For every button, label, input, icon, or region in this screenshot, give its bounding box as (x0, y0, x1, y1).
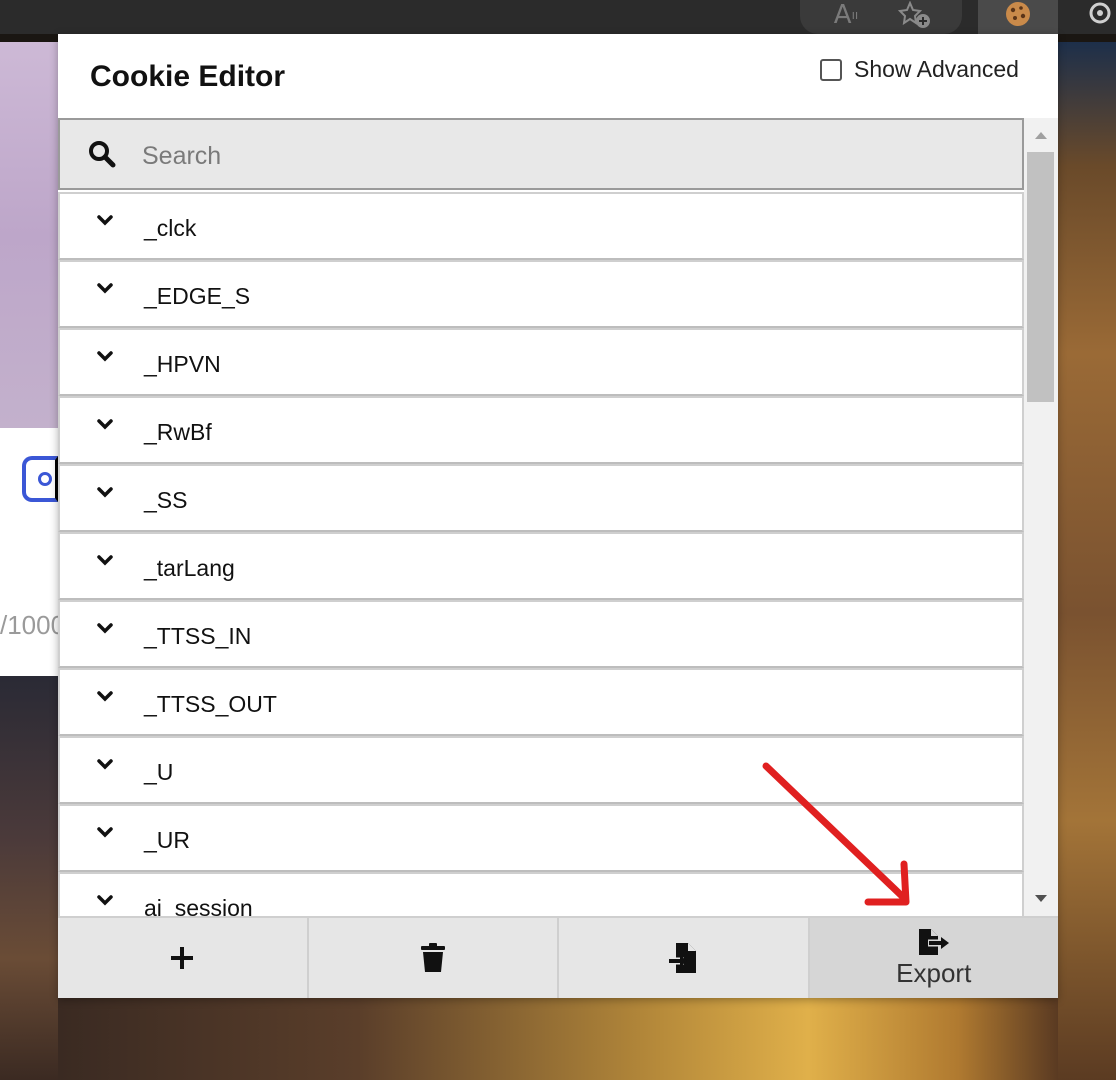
popup-title: Cookie Editor (90, 60, 286, 93)
extensions-gear-icon[interactable] (1082, 0, 1116, 30)
cookie-name: ai_session (144, 895, 253, 916)
visual-search-lens (38, 472, 52, 486)
cookie-row[interactable]: _clck (58, 192, 1024, 260)
show-advanced-label: Show Advanced (854, 56, 1019, 82)
export-label: Export (896, 957, 972, 988)
chevron-down-icon[interactable] (96, 824, 114, 842)
read-aloud-icon[interactable]: Aıı (826, 0, 866, 30)
background-page-image (0, 42, 58, 428)
search-input[interactable] (140, 132, 984, 180)
cookie-list: _clck _EDGE_S _HPVN _RwBf _SS _tarLang _TTSS_I… (58, 192, 1024, 916)
cookie-name: _clck (144, 215, 197, 241)
popup-header: Cookie Editor Show Advanced (58, 34, 1058, 118)
cookie-extension-icon[interactable] (1000, 0, 1036, 30)
show-advanced-toggle[interactable]: Show Advanced (820, 56, 1019, 83)
background-street-image (0, 676, 58, 1080)
export-icon (918, 928, 949, 955)
background-wallpaper-bottom (58, 998, 1058, 1080)
add-cookie-button[interactable] (58, 918, 309, 998)
chevron-down-icon[interactable] (96, 756, 114, 774)
scroll-up-arrow-icon[interactable] (1033, 128, 1049, 142)
cookie-name: _TTSS_IN (144, 623, 252, 649)
trash-icon (420, 943, 445, 972)
chevron-down-icon[interactable] (96, 416, 114, 434)
cookie-name: _EDGE_S (144, 283, 251, 309)
background-partial-text: /1000 (0, 610, 58, 640)
chevron-down-icon[interactable] (96, 348, 114, 366)
cookie-row[interactable]: _TTSS_IN (58, 600, 1024, 668)
cookie-row[interactable]: _UR (58, 804, 1024, 872)
cookie-list-area: _clck _EDGE_S _HPVN _RwBf _SS _tarLang _TTSS_I… (58, 118, 1024, 916)
cookie-editor-popup: Cookie Editor Show Advanced _clck _EDGE_S… (58, 34, 1058, 998)
chevron-down-icon[interactable] (96, 552, 114, 570)
export-button[interactable]: Export (809, 918, 1058, 998)
cookie-name: _HPVN (144, 351, 221, 377)
chevron-down-icon[interactable] (96, 484, 114, 502)
cookie-row[interactable]: _U (58, 736, 1024, 804)
cookie-row[interactable]: _SS (58, 464, 1024, 532)
scrollbar-thumb[interactable] (1027, 152, 1054, 402)
chevron-down-icon[interactable] (96, 688, 114, 706)
cookie-name: _tarLang (144, 555, 235, 581)
action-footer: Export (58, 916, 1058, 998)
cookie-name: _TTSS_OUT (144, 691, 277, 717)
chevron-down-icon[interactable] (96, 620, 114, 638)
cookie-row[interactable]: _EDGE_S (58, 260, 1024, 328)
cookie-name: _SS (144, 487, 188, 513)
cookie-row[interactable]: ai_session (58, 872, 1024, 916)
cookie-name: _RwBf (144, 419, 212, 445)
scroll-down-arrow-icon[interactable] (1033, 892, 1049, 906)
cookie-row[interactable]: _RwBf (58, 396, 1024, 464)
show-advanced-checkbox[interactable] (820, 58, 842, 81)
list-scrollbar[interactable] (1024, 118, 1058, 916)
cookie-name: _U (144, 759, 174, 785)
cookie-row[interactable]: _TTSS_OUT (58, 668, 1024, 736)
chevron-down-icon[interactable] (96, 892, 114, 910)
search-icon (89, 141, 116, 168)
import-icon (669, 943, 697, 973)
chevron-down-icon[interactable] (96, 212, 114, 230)
import-button[interactable] (559, 918, 810, 998)
background-wallpaper-right (1058, 42, 1116, 1080)
delete-all-button[interactable] (308, 918, 559, 998)
add-favorite-icon[interactable] (894, 0, 936, 30)
chevron-down-icon[interactable] (96, 280, 114, 298)
cookie-row[interactable]: _HPVN (58, 328, 1024, 396)
cookie-row[interactable]: _tarLang (58, 532, 1024, 600)
toolbar-address-pill (800, 0, 962, 34)
search-bar (58, 118, 1024, 190)
cookie-name: _UR (144, 827, 191, 853)
plus-icon (171, 947, 194, 969)
